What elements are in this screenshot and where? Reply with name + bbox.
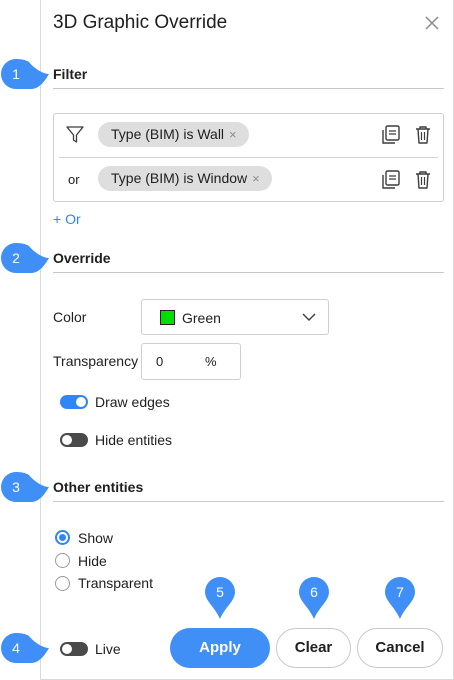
hide-entities-label: Hide entities [95,432,173,448]
draw-edges-toggle[interactable] [60,395,88,409]
show-radio[interactable] [55,530,70,545]
funnel-icon [66,126,84,143]
callout-marker-5: 5 [205,577,235,619]
chevron-down-icon [302,313,316,321]
or-connector-label: or [68,172,80,187]
copy-rule-icon[interactable] [380,124,402,146]
hide-radio[interactable] [55,553,70,568]
filter-section-title: Filter [53,66,88,82]
dialog-title: 3D Graphic Override [53,12,228,33]
transparency-label: Transparency [53,353,139,369]
live-label: Live [95,641,121,657]
color-label: Color [53,309,87,325]
color-swatch [160,310,175,325]
live-toggle[interactable] [60,642,88,656]
callout-marker-3: 3 [1,472,49,502]
clear-button[interactable]: Clear [276,628,351,668]
transparency-input[interactable]: 0 % [141,343,241,380]
add-or-rule-link[interactable]: + Or [53,211,81,227]
filter-chip-label: Type (BIM) is Wall [111,126,225,142]
transparency-value: 0 [156,354,164,369]
filter-chip-label: Type (BIM) is Window [111,170,248,186]
chip-remove-icon[interactable]: × [229,127,237,142]
delete-rule-icon[interactable] [412,169,434,191]
close-icon[interactable] [423,14,441,32]
hide-radio-label: Hide [78,553,107,569]
show-radio-label: Show [78,530,114,546]
other-entities-section-divider [53,501,444,502]
draw-edges-label: Draw edges [95,394,170,410]
transparent-radio[interactable] [55,576,70,591]
chip-remove-icon[interactable]: × [252,171,260,186]
other-entities-section-title: Other entities [53,479,144,495]
toggle-knob [62,644,72,654]
transparency-unit: % [205,354,217,369]
override-section-divider [53,272,444,273]
callout-marker-6: 6 [299,577,329,619]
color-dropdown[interactable]: Green [141,299,329,335]
filter-row-divider [59,157,438,158]
callout-marker-7: 7 [385,577,415,619]
filter-section-divider [53,88,444,89]
apply-button[interactable]: Apply [170,628,270,668]
toggle-knob [76,397,86,407]
callout-marker-1: 1 [1,59,49,89]
override-section-title: Override [53,250,111,266]
filter-chip-window[interactable]: Type (BIM) is Window × [98,166,272,191]
callout-marker-2: 2 [1,243,49,273]
hide-entities-toggle[interactable] [60,433,88,447]
color-value: Green [182,310,221,326]
cancel-button[interactable]: Cancel [357,628,443,668]
copy-rule-icon[interactable] [380,169,402,191]
transparent-radio-label: Transparent [78,575,153,591]
toggle-knob [62,435,72,445]
delete-rule-icon[interactable] [412,124,434,146]
filter-chip-wall[interactable]: Type (BIM) is Wall × [98,122,249,147]
callout-marker-4: 4 [1,633,49,663]
